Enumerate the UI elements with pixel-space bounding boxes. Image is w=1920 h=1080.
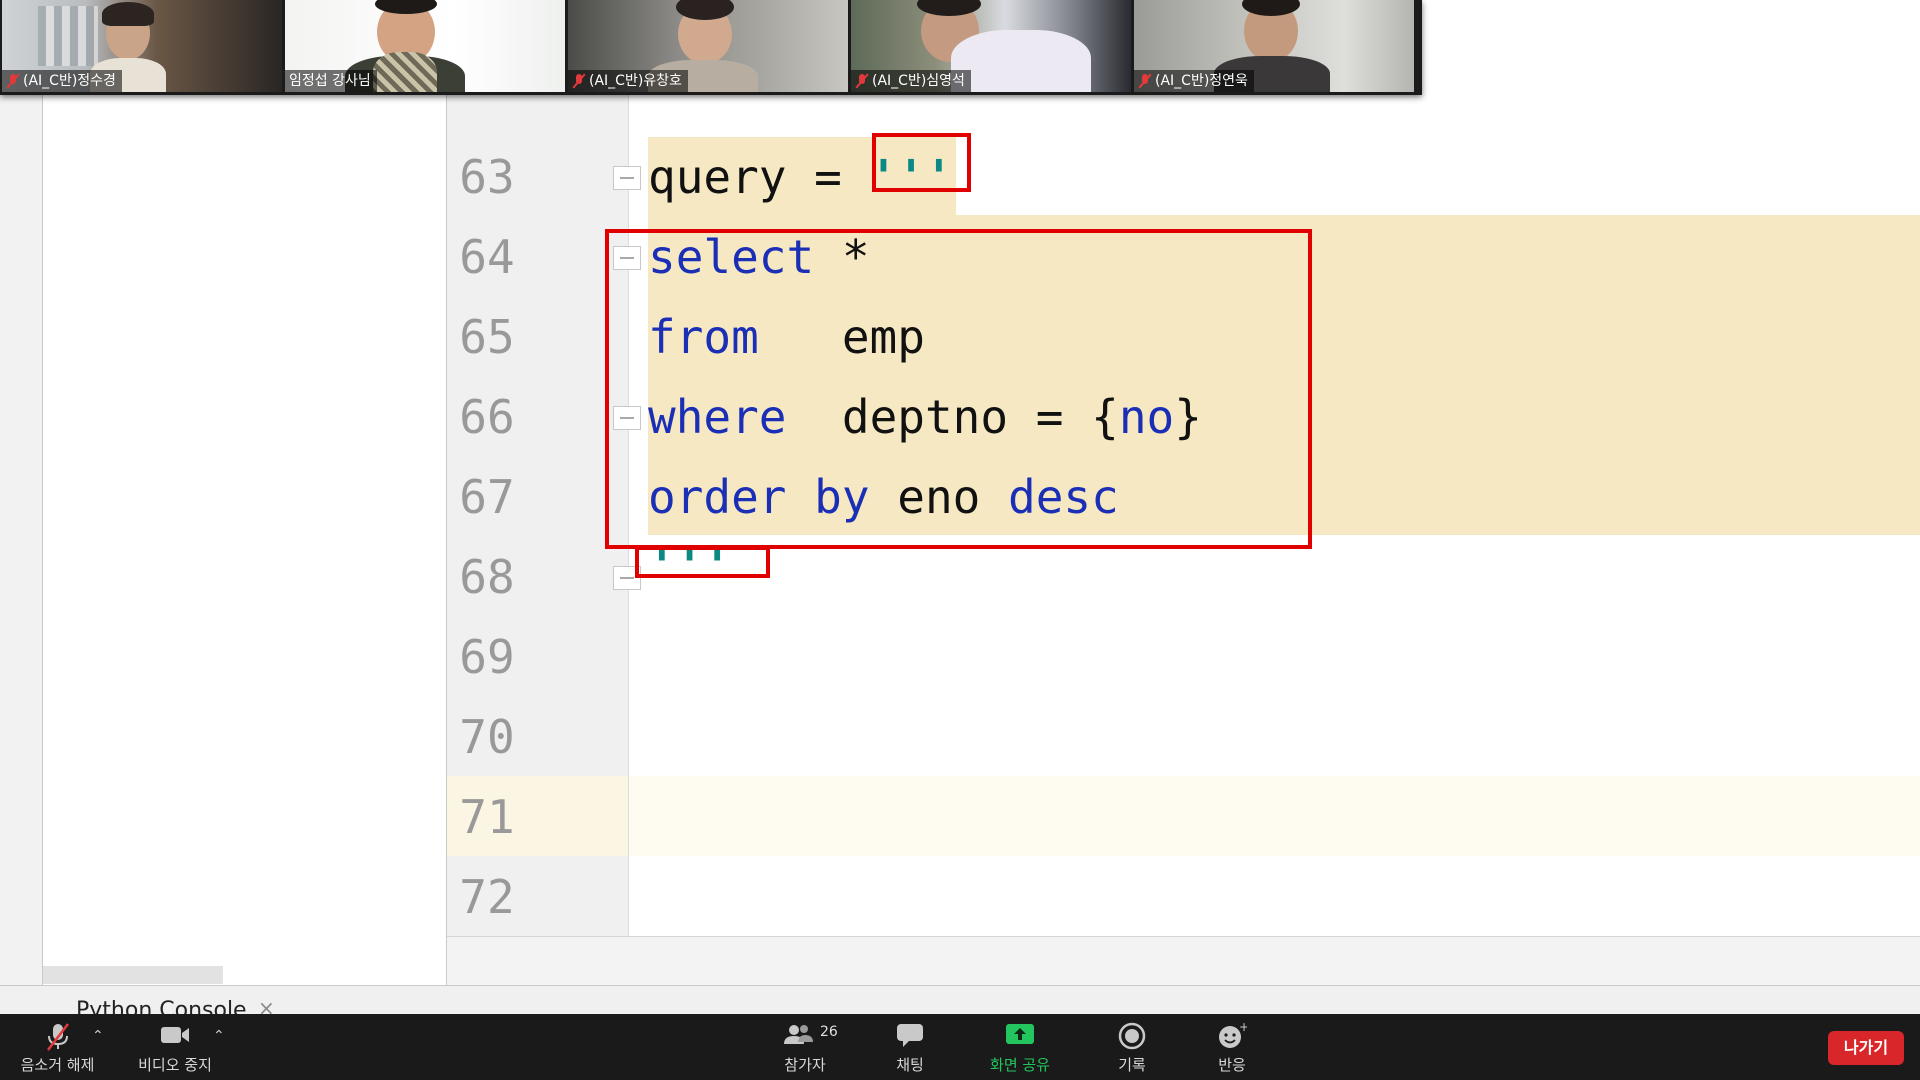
line-number: 64 bbox=[459, 230, 515, 284]
participant-name-text: (AI_C반)심영석 bbox=[872, 73, 965, 89]
mic-muted-icon bbox=[1138, 73, 1152, 89]
participants-label: 참가자 bbox=[784, 1056, 826, 1074]
record-icon bbox=[1118, 1022, 1146, 1050]
close-icon[interactable]: × bbox=[258, 996, 275, 1015]
video-camera-icon bbox=[161, 1027, 189, 1043]
code-token: = bbox=[786, 150, 870, 204]
unmute-button[interactable]: 음소거 해제 bbox=[10, 1014, 105, 1080]
chevron-up-icon[interactable]: ⌃ bbox=[213, 1028, 225, 1044]
line-number: 72 bbox=[459, 870, 515, 924]
participants-button[interactable]: 26 참가자 bbox=[770, 1014, 840, 1080]
line-number: 70 bbox=[459, 710, 515, 764]
tool-window-strip bbox=[0, 0, 43, 985]
mic-muted-icon bbox=[6, 73, 20, 89]
chat-label: 채팅 bbox=[896, 1056, 924, 1074]
mic-muted-icon bbox=[855, 73, 869, 89]
participant-tile-active[interactable]: 임정섭 강사님 bbox=[285, 0, 565, 92]
emoji-icon: + bbox=[1219, 1022, 1247, 1048]
chat-button[interactable]: 채팅 bbox=[870, 1014, 950, 1080]
annotation-box-close-quote bbox=[635, 546, 770, 578]
stop-video-button[interactable]: 비디오 중지 bbox=[125, 1014, 225, 1080]
line-number: 69 bbox=[459, 630, 515, 684]
fold-marker[interactable] bbox=[613, 166, 641, 190]
editor-bottom-area bbox=[447, 936, 1920, 986]
participants-icon bbox=[784, 1025, 813, 1044]
unmute-label: 음소거 해제 bbox=[20, 1056, 95, 1074]
participant-name: (AI_C반)심영석 bbox=[851, 70, 971, 92]
participant-video-strip: (AI_C반)정수경 임정섭 강사님 (AI_C반)유창호 (AI_C반)심영석… bbox=[0, 0, 1422, 95]
participant-tile[interactable]: (AI_C반)유창호 bbox=[568, 0, 848, 92]
svg-text:+: + bbox=[1239, 1022, 1247, 1034]
line-number: 66 bbox=[459, 390, 515, 444]
console-tab-bar: Python Console × bbox=[0, 985, 1920, 1015]
annotation-box-sql-block bbox=[605, 229, 1312, 549]
share-screen-button[interactable]: 화면 공유 bbox=[975, 1014, 1065, 1080]
line-number: 63 bbox=[459, 150, 515, 204]
participant-tile[interactable]: (AI_C반)심영석 bbox=[851, 0, 1131, 92]
meeting-toolbar: 음소거 해제 ⌃ 비디오 중지 ⌃ 26 참가자 채팅 화면 공유 기록 + 반… bbox=[0, 1014, 1920, 1080]
participant-tile[interactable]: (AI_C반)정연욱 bbox=[1134, 0, 1414, 92]
line-number: 67 bbox=[459, 470, 515, 524]
participant-name: (AI_C반)정수경 bbox=[2, 70, 122, 92]
share-screen-icon bbox=[1006, 1024, 1034, 1044]
record-label: 기록 bbox=[1118, 1056, 1146, 1074]
line-number: 71 bbox=[459, 790, 515, 844]
share-screen-label: 화면 공유 bbox=[990, 1056, 1050, 1074]
stop-video-label: 비디오 중지 bbox=[138, 1056, 212, 1074]
participant-name-text: (AI_C반)정연욱 bbox=[1155, 73, 1248, 89]
annotation-box-open-quote bbox=[872, 133, 971, 192]
record-button[interactable]: 기록 bbox=[1092, 1014, 1172, 1080]
code-token: query bbox=[648, 150, 787, 204]
participants-count: 26 bbox=[820, 1024, 838, 1040]
mic-muted-icon bbox=[46, 1023, 69, 1051]
reactions-label: 반응 bbox=[1218, 1056, 1246, 1074]
project-panel bbox=[43, 0, 447, 985]
line-number: 65 bbox=[459, 310, 515, 364]
tab-python-console[interactable]: Python Console bbox=[76, 998, 247, 1015]
panel-horizontal-scrollbar[interactable] bbox=[43, 966, 223, 984]
participant-name: (AI_C반)유창호 bbox=[568, 70, 688, 92]
participant-name-text: 임정섭 강사님 bbox=[289, 73, 371, 89]
participant-name: (AI_C반)정연욱 bbox=[1134, 70, 1254, 92]
pycharm-ide: 62 63 64 65 66 67 68 69 70 71 72 query =… bbox=[0, 0, 1920, 1015]
reactions-button[interactable]: + 반응 bbox=[1192, 1014, 1272, 1080]
chat-icon bbox=[897, 1024, 923, 1047]
mic-muted-icon bbox=[572, 73, 586, 89]
participant-name: 임정섭 강사님 bbox=[285, 70, 377, 92]
line-number: 68 bbox=[459, 550, 515, 604]
chevron-up-icon[interactable]: ⌃ bbox=[92, 1028, 104, 1044]
participant-name-text: (AI_C반)정수경 bbox=[23, 73, 116, 89]
participant-tile[interactable]: (AI_C반)정수경 bbox=[2, 0, 282, 92]
participant-name-text: (AI_C반)유창호 bbox=[589, 73, 682, 89]
leave-button[interactable]: 나가기 bbox=[1828, 1031, 1904, 1065]
current-line-highlight bbox=[629, 776, 1920, 856]
